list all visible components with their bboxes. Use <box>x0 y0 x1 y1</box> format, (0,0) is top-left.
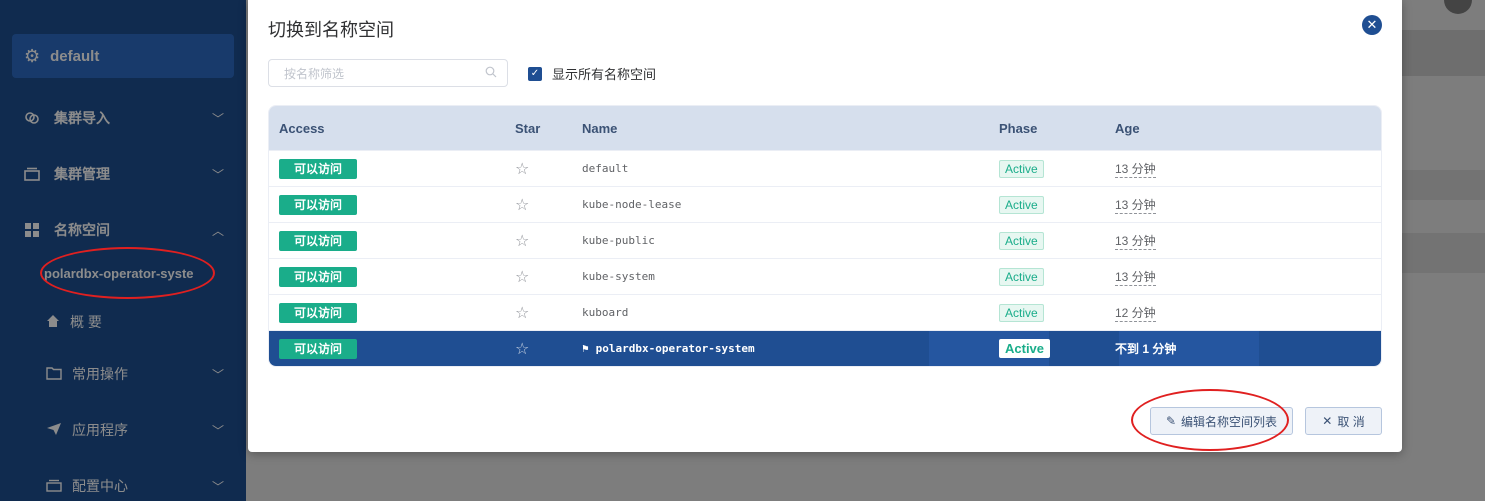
table-row[interactable]: 可以访问 ☆ kube-system Active 13 分钟 <box>269 258 1381 294</box>
age-value: 13 分钟 <box>1115 233 1156 250</box>
age-value: 13 分钟 <box>1115 197 1156 214</box>
access-badge: 可以访问 <box>279 266 358 287</box>
table-row-selected[interactable]: 可以访问 ☆ ⚑ polardbx-operator-system Active … <box>269 330 1381 366</box>
cancel-button[interactable]: ✕ 取 消 <box>1305 407 1382 435</box>
phase-badge: Active <box>999 303 1044 322</box>
show-all-namespaces-checkbox[interactable]: ✓ 显示所有名称空间 <box>528 64 656 83</box>
age-value: 13 分钟 <box>1115 161 1156 178</box>
background-band <box>1402 30 1485 76</box>
access-badge: 可以访问 <box>279 194 358 215</box>
namespace-table: Access Star Name Phase Age 可以访问 ☆ defaul… <box>268 105 1382 367</box>
show-all-label: 显示所有名称空间 <box>552 67 657 82</box>
search-icon <box>485 66 497 81</box>
dialog-title: 切换到名称空间 <box>268 20 394 40</box>
star-icon[interactable]: ☆ <box>515 231 529 251</box>
namespace-name: kuboard <box>582 306 629 319</box>
star-icon[interactable]: ☆ <box>515 339 529 359</box>
star-icon[interactable]: ☆ <box>515 303 529 323</box>
namespace-name: polardbx-operator-system <box>595 342 755 355</box>
checkbox-checked-icon[interactable]: ✓ <box>528 66 542 81</box>
background-band <box>1402 233 1485 273</box>
namespace-name: kube-node-lease <box>582 198 682 211</box>
switch-namespace-dialog: 切换到名称空间 ✕ 按名称筛选 ✓ 显示所有名称空间 Access Star N… <box>248 0 1402 452</box>
close-icon: ✕ <box>1322 414 1333 428</box>
star-icon[interactable]: ☆ <box>515 195 529 215</box>
age-value: 12 分钟 <box>1115 305 1156 322</box>
table-row[interactable]: 可以访问 ☆ kube-public Active 13 分钟 <box>269 222 1381 258</box>
annotation-ellipse <box>1131 389 1289 451</box>
access-badge: 可以访问 <box>279 230 358 251</box>
column-header-phase: Phase <box>999 120 1038 136</box>
phase-badge: Active <box>999 339 1051 358</box>
namespace-filter-input[interactable]: 按名称筛选 <box>268 59 508 87</box>
close-button[interactable]: ✕ <box>1362 15 1382 35</box>
namespace-name: kube-public <box>582 234 655 247</box>
phase-badge: Active <box>999 267 1044 286</box>
table-row[interactable]: 可以访问 ☆ kube-node-lease Active 13 分钟 <box>269 186 1381 222</box>
table-header: Access Star Name Phase Age <box>269 106 1381 150</box>
search-placeholder: 按名称筛选 <box>284 66 345 81</box>
star-icon[interactable]: ☆ <box>515 267 529 287</box>
background-band <box>1402 170 1485 200</box>
phase-badge: Active <box>999 231 1044 250</box>
column-header-star: Star <box>515 120 541 136</box>
close-icon: ✕ <box>1366 17 1378 32</box>
column-header-age: Age <box>1115 120 1140 136</box>
flag-icon: ⚑ <box>582 342 589 355</box>
age-value: 不到 1 分钟 <box>1115 342 1177 356</box>
access-badge: 可以访问 <box>279 302 358 323</box>
star-icon[interactable]: ☆ <box>515 159 529 179</box>
column-header-name: Name <box>582 120 618 136</box>
age-value: 13 分钟 <box>1115 269 1156 286</box>
phase-badge: Active <box>999 159 1044 178</box>
access-badge: 可以访问 <box>279 338 358 359</box>
namespace-name: default <box>582 162 629 175</box>
table-row[interactable]: 可以访问 ☆ default Active 13 分钟 <box>269 150 1381 186</box>
annotation-ellipse <box>40 247 215 299</box>
namespace-name: kube-system <box>582 270 655 283</box>
cancel-button-label: 取 消 <box>1337 414 1365 429</box>
table-row[interactable]: 可以访问 ☆ kuboard Active 12 分钟 <box>269 294 1381 330</box>
access-badge: 可以访问 <box>279 158 358 179</box>
column-header-access: Access <box>279 120 325 136</box>
phase-badge: Active <box>999 195 1044 214</box>
